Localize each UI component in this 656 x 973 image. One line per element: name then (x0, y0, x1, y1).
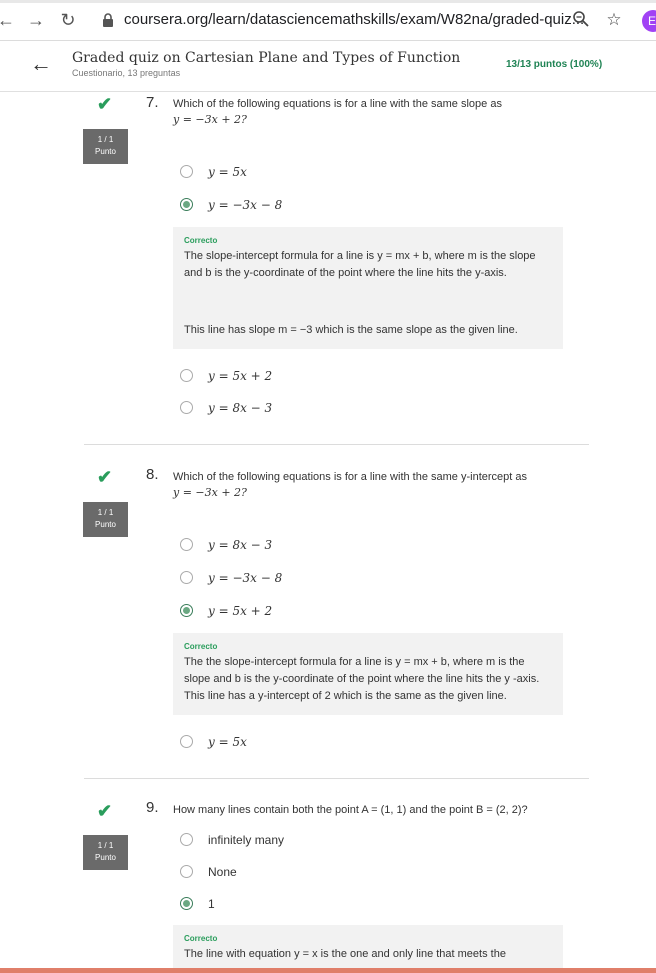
correct-check-icon: ✔ (97, 94, 113, 114)
points-label: Punto (95, 147, 116, 156)
profile-avatar[interactable]: E (642, 10, 656, 32)
question-text: Which of the following equations is for … (173, 96, 573, 128)
question-text-line: y = −3x + 2? (173, 113, 247, 126)
correct-check-icon: ✔ (97, 467, 113, 487)
radio-button[interactable] (180, 538, 193, 551)
feedback-label: Correcto (184, 236, 218, 245)
back-arrow-icon[interactable]: ← (30, 53, 54, 77)
points-value: 1 / 1 (97, 135, 114, 144)
feedback-text: The slope-intercept formula for a line i… (184, 250, 536, 279)
radio-button[interactable] (180, 865, 193, 878)
answer-option[interactable]: y = 8x − 3 (208, 401, 272, 415)
answer-option[interactable]: 1 (208, 897, 215, 911)
tab-strip-edge (0, 0, 656, 3)
answer-option[interactable]: y = 5x (208, 165, 247, 179)
feedback-box: Correcto The line with equation y = x is… (173, 925, 563, 968)
address-bar[interactable]: coursera.org/learn/datasciencemathskills… (124, 11, 584, 28)
bottom-accent-bar (0, 968, 656, 973)
radio-button[interactable] (180, 369, 193, 382)
points-badge: 1 / 1 Punto (83, 502, 128, 537)
feedback-text: The line with equation y = x is the one … (184, 948, 506, 960)
question-divider (84, 778, 589, 779)
question-text: How many lines contain both the point A … (173, 802, 603, 818)
question-text-line: How many lines contain both the point A … (173, 804, 528, 816)
question-divider (84, 444, 589, 445)
question-number: 8. (146, 466, 159, 483)
correct-check-icon: ✔ (97, 801, 113, 821)
question-text-line: Which of the following equations is for … (173, 471, 528, 483)
page-subtitle: Cuestionario, 13 preguntas (72, 68, 181, 78)
radio-button[interactable] (180, 401, 193, 414)
answer-option[interactable]: y = 5x (208, 735, 247, 749)
radio-button[interactable] (180, 165, 193, 178)
browser-toolbar: ← → ↻ coursera.org/learn/datasciencemath… (0, 0, 656, 41)
answer-option[interactable]: y = 5x + 2 (208, 369, 272, 383)
lock-icon (103, 13, 113, 27)
answer-option[interactable]: None (208, 865, 237, 879)
question-text-line: y = −3x + 2? (173, 486, 247, 499)
zoom-icon[interactable] (571, 10, 591, 30)
question-number: 9. (146, 799, 159, 816)
points-badge: 1 / 1 Punto (83, 129, 128, 164)
score-badge: 13/13 puntos (100%) (506, 59, 603, 70)
answer-option[interactable]: y = 5x + 2 (208, 604, 272, 618)
radio-button[interactable] (180, 833, 193, 846)
forward-arrow-icon[interactable]: → (24, 8, 48, 32)
answer-option[interactable]: y = −3x − 8 (208, 198, 282, 212)
points-value: 1 / 1 (97, 841, 114, 850)
question-text: Which of the following equations is for … (173, 469, 573, 501)
answer-option[interactable]: infinitely many (208, 833, 284, 847)
feedback-box: Correcto The the slope-intercept formula… (173, 633, 563, 715)
feedback-label: Correcto (184, 642, 218, 651)
radio-button[interactable] (180, 571, 193, 584)
question-number: 7. (146, 94, 159, 111)
back-arrow-icon[interactable]: ← (0, 8, 18, 32)
points-value: 1 / 1 (97, 508, 114, 517)
quiz-content: ✔ 7. Which of the following equations is… (0, 92, 656, 968)
answer-option[interactable]: y = −3x − 8 (208, 571, 282, 585)
radio-button-selected[interactable] (180, 198, 193, 211)
answer-option[interactable]: y = 8x − 3 (208, 538, 272, 552)
feedback-box: Correcto The slope-intercept formula for… (173, 227, 563, 349)
feedback-text: This line has slope m = −3 which is the … (184, 324, 518, 336)
question-text-line: Which of the following equations is for … (173, 98, 502, 110)
points-badge: 1 / 1 Punto (83, 835, 128, 870)
radio-button-selected[interactable] (180, 897, 193, 910)
quiz-header: ← Graded quiz on Cartesian Plane and Typ… (0, 41, 656, 92)
reload-icon[interactable]: ↻ (56, 8, 80, 32)
radio-button[interactable] (180, 735, 193, 748)
feedback-label: Correcto (184, 934, 218, 943)
radio-button-selected[interactable] (180, 604, 193, 617)
points-label: Punto (95, 520, 116, 529)
feedback-text: The the slope-intercept formula for a li… (184, 656, 540, 702)
bookmark-star-icon[interactable]: ☆ (604, 10, 624, 30)
page-title: Graded quiz on Cartesian Plane and Types… (72, 50, 461, 66)
points-label: Punto (95, 853, 116, 862)
